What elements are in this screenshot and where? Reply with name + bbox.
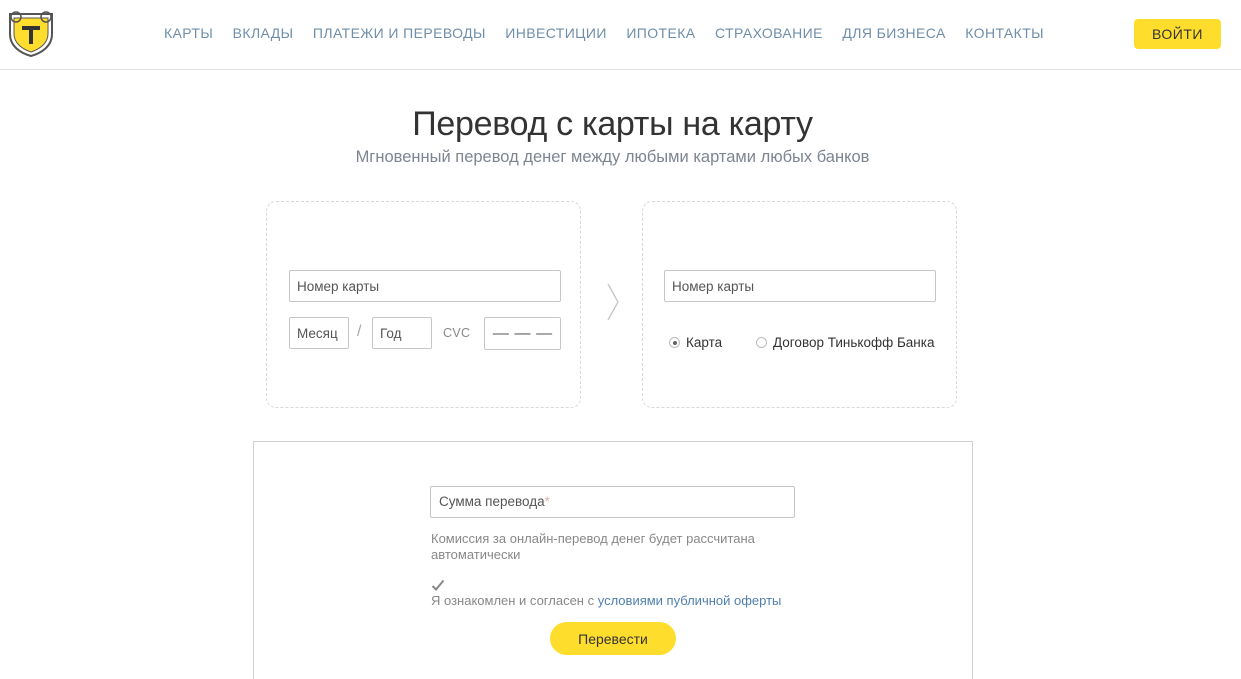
page-subtitle: Мгновенный перевод денег между любыми ка… [355, 148, 870, 166]
login-button[interactable]: ВОЙТИ [1134, 19, 1221, 49]
top-header: КАРТЫ ВКЛАДЫ ПЛАТЕЖИ И ПЕРЕВОДЫ ИНВЕСТИЦ… [0, 0, 1241, 70]
transfer-button[interactable]: Перевести [550, 622, 676, 655]
expiry-month-input[interactable] [289, 317, 349, 349]
radio-button-checked[interactable] [669, 337, 680, 348]
nav-item-payments[interactable]: ПЛАТЕЖИ И ПЕРЕВОДЫ [313, 25, 486, 41]
agree-checkbox-check-icon[interactable] [431, 579, 445, 592]
commission-note: Комиссия за онлайн-перевод денег будет р… [431, 531, 755, 562]
recipient-card-number-input[interactable] [664, 270, 936, 302]
nav-item-deposits[interactable]: ВКЛАДЫ [233, 25, 294, 41]
radio-option-contract[interactable]: Договор Тинькофф Банка [756, 335, 934, 350]
nav-item-business[interactable]: ДЛЯ БИЗНЕСА [842, 25, 945, 41]
radio-label-contract: Договор Тинькофф Банка [773, 335, 935, 350]
recipient-card-panel: Карта Договор Тинькофф Банка [642, 201, 957, 408]
radio-button[interactable] [756, 337, 767, 348]
tinkoff-shield-logo-icon[interactable] [4, 8, 58, 58]
nav-item-investments[interactable]: ИНВЕСТИЦИИ [505, 25, 607, 41]
nav-item-contacts[interactable]: КОНТАКТЫ [965, 25, 1044, 41]
main-nav: КАРТЫ ВКЛАДЫ ПЛАТЕЖИ И ПЕРЕВОДЫ ИНВЕСТИЦ… [164, 25, 1063, 41]
cvc-mask-char: — [492, 324, 509, 342]
nav-item-insurance[interactable]: СТРАХОВАНИЕ [715, 25, 823, 41]
amount-panel: Сумма перевода* Комиссия за онлайн-перев… [253, 441, 973, 679]
chevron-right-icon [607, 283, 619, 321]
public-offer-link[interactable]: условиями публичной оферты [598, 593, 782, 608]
radio-label-card: Карта [686, 335, 723, 350]
nav-item-mortgage[interactable]: ИПОТЕКА [626, 25, 695, 41]
expiry-separator: / [357, 323, 362, 340]
required-mark: * [544, 494, 550, 509]
cvc-mask-char: — [514, 324, 531, 342]
page-title: Перевод с карты на карту [412, 105, 813, 143]
expiry-year-input[interactable] [372, 317, 432, 349]
nav-item-cards[interactable]: КАРТЫ [164, 25, 213, 41]
sender-card-panel: / CVC — — — [266, 201, 581, 408]
agree-text: Я ознакомлен и согласен с условиями публ… [431, 593, 781, 608]
radio-option-card[interactable]: Карта [669, 335, 722, 350]
cvc-label: CVC [443, 326, 471, 340]
sender-card-number-input[interactable] [289, 270, 561, 302]
agree-label: Я ознакомлен и согласен с [431, 593, 598, 608]
cvc-mask-char: — [536, 324, 553, 342]
amount-input[interactable]: Сумма перевода* [430, 486, 795, 518]
amount-placeholder: Сумма перевода [439, 494, 545, 509]
cvc-input[interactable]: — — — [484, 317, 561, 350]
